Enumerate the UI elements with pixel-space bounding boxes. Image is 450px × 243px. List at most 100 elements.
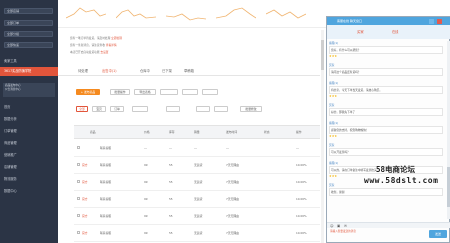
row-item[interactable]: 联系客服 [100,197,111,201]
sidebar-item[interactable]: 数据分析 [4,116,17,121]
order-select[interactable]: 全部订单 [4,20,53,26]
sidebar-item[interactable]: 数据中心 [4,188,17,193]
row-item[interactable]: 联系客服 [100,180,111,184]
notice-link[interactable]: 查看详情 [106,43,117,47]
notice-link[interactable]: 去设置 [100,50,108,54]
col-header[interactable]: 状态 [264,130,270,134]
table-row[interactable]: 官方 联系客服 99 55 无退货 7天无理由 10.00% [74,174,320,191]
publish-button[interactable]: + 发布商品 [76,89,100,95]
send-button[interactable]: 发送 [429,230,447,238]
sidebar-item[interactable]: 物流服务 [4,176,17,181]
col-header[interactable]: 发布时间 [226,130,237,134]
tab[interactable]: 待处理 [78,68,88,73]
chat-user-header: 买家 在线 [327,25,450,39]
row-price: 99 [144,180,148,184]
col-header[interactable]: 库存 [169,130,175,134]
filter-button[interactable] [182,89,198,95]
col-header: 操作 [296,130,302,134]
row-checkbox[interactable] [77,163,80,166]
tab[interactable]: 草稿箱 [184,68,194,73]
row-checkbox[interactable] [77,231,80,234]
chat-input[interactable]: 请输入您要发送的消息 [329,228,425,242]
chat-message-list[interactable]: 客服(1) 您好，有什么可以帮您？ ★★★ 买家 请问这个商品还有货吗？ 客服(… [329,41,447,219]
close-icon[interactable] [437,18,442,24]
sidebar-item[interactable]: 店铺管理 [4,164,17,169]
row-tag: 官方 [82,180,88,184]
express-select[interactable]: 全部快递 [4,42,53,48]
col-header[interactable]: 销量 [194,130,200,134]
filter-button[interactable] [202,89,218,95]
sidebar-item[interactable]: 订单管理 [4,128,17,133]
table-row[interactable]: 官方 联系客服 99 55 无退货 7天无理由 10.00% [74,208,320,225]
table-row[interactable]: 官方 联系客服 99 55 无退货 7天无理由 10.00% [74,157,320,174]
message-sender: 买家 [329,143,335,147]
filter-other[interactable] [132,106,148,112]
export-button[interactable]: 导出表格 [134,89,156,95]
filter-other[interactable] [166,106,180,112]
row-item[interactable]: 联系客服 [100,231,111,235]
tab[interactable]: 仓库中 [140,68,150,73]
notice-link[interactable]: 立即处理 [111,36,122,40]
row-checkbox[interactable] [77,214,80,217]
message-sender: 买家 [329,103,335,107]
message-text: 好的，那我先下单了 [329,107,443,116]
message-sender: 客服(1) [329,41,339,45]
filter-order[interactable]: 订单 [110,106,124,112]
message-text: 请问这个商品还有货吗？ [329,67,443,76]
trend-chart [266,9,306,19]
page-scrollbar-thumb[interactable] [321,40,324,70]
message-sender: 客服(1) [329,121,339,125]
row-checkbox[interactable] [77,146,80,149]
row-rate: 10.00% [296,231,307,235]
minimize-icon[interactable] [429,18,434,24]
filter-item[interactable]: 宝贝 [92,106,106,112]
tab-bar: 待处理 出售中(1) 仓库中 已下架 草稿箱 [58,66,320,76]
message-text: 您好，有什么可以帮您？ [329,45,443,54]
filter-other[interactable] [196,106,210,112]
table-row[interactable]: 联系客服 --- --- --- --- --- [74,140,320,157]
tab-active[interactable]: 出售中(1) [102,68,117,73]
sidebar-item[interactable]: 首页 [4,104,10,109]
trend-chart [216,7,256,19]
batch-button[interactable]: 批量操作 [110,89,130,95]
tab[interactable]: 已下架 [162,68,172,73]
rating-stars: ★★★ [329,93,338,98]
group-select[interactable]: 全部分组 [4,31,53,37]
filter-all[interactable]: 全部 [76,106,88,112]
col-header[interactable]: 价格 [144,130,150,134]
row-price: 99 [144,214,148,218]
message-sender: 买家 [329,63,335,67]
row-tag: 官方 [82,231,88,235]
sidebar-item[interactable]: 商品管理 [4,140,17,145]
batch-edit-button[interactable]: 批量修改 [240,106,262,112]
chat-title: 客服在线 聊天窗口 [337,19,362,23]
chat-user-name[interactable]: 买家 [357,29,364,34]
row-item[interactable]: 联系客服 [100,214,111,218]
table-row[interactable]: 官方 联系客服 99 55 无退货 7天无理由 10.00% [74,191,320,208]
shop-select[interactable]: 全部店铺 [4,8,53,14]
table-row[interactable]: 官方 联系客服 99 55 无退货 7天无理由 10.00% [74,225,320,242]
row-checkbox[interactable] [77,197,80,200]
message-text: 可以开发票吗？ [329,147,443,156]
row-time: 7天无理由 [226,163,239,167]
row-stock: --- [169,146,173,150]
row-rate: 10.00% [296,214,307,218]
chat-title-bar[interactable]: 客服在线 聊天窗口 [327,17,450,25]
row-item[interactable]: 联系客服 [100,163,111,167]
col-header[interactable]: 商品 [90,130,96,134]
notice-2: 您有一条新消息，请注意查收 查看详情 [70,43,117,47]
row-checkbox[interactable] [77,180,80,183]
filter-other[interactable] [214,106,228,112]
row-sales: --- [194,146,198,150]
message-text: 感谢您的支持，祝您购物愉快！ [329,125,443,134]
sidebar-panel[interactable]: 商品发布中心 公告消息中心 [3,83,55,97]
row-tag: 官方 [82,197,88,201]
notice-text: 您有一笔订单待发货，请及时处理 [70,36,111,40]
rating-stars: ★★★ [329,53,338,58]
sidebar-item[interactable]: 营销推广 [4,152,17,157]
rating-stars: ★★★ [329,133,338,138]
chat-message: 买家 请问这个商品还有货吗？ [329,63,443,76]
row-item[interactable]: 联系客服 [100,146,111,150]
filter-button[interactable] [160,89,178,95]
sidebar-item-highlight[interactable]: 3617实战防骗学院 [0,67,58,76]
